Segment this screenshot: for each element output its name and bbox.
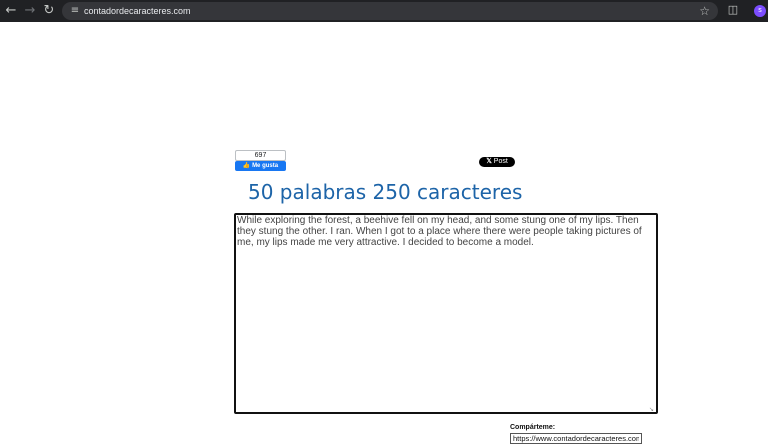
facebook-like-count: 697 (235, 150, 286, 161)
text-input-area[interactable]: While exploring the forest, a beehive fe… (234, 213, 658, 414)
puzzle-icon[interactable]: ◫ (726, 3, 740, 17)
share-url-field[interactable] (510, 433, 642, 444)
tune-icon[interactable]: ≡ (68, 4, 82, 18)
share-label: Compárteme: (510, 424, 556, 431)
page-title: 50 palabras 250 caracteres (248, 180, 523, 204)
reload-icon[interactable]: ↻ (41, 3, 57, 19)
thumbs-up-icon: 👍 (242, 163, 251, 169)
address-bar[interactable]: ≡ contadordecaracteres.com ☆ (62, 2, 718, 20)
facebook-like-button[interactable]: 👍 Me gusta (235, 161, 286, 171)
x-logo-icon: 𝕏 (486, 158, 492, 165)
facebook-like-label: Me gusta (252, 163, 279, 169)
star-icon[interactable]: ☆ (699, 3, 710, 19)
facebook-like-widget: 697 👍 Me gusta (235, 150, 286, 171)
arrow-left-icon[interactable]: ← (3, 3, 19, 19)
x-post-button[interactable]: 𝕏 Post (479, 157, 515, 167)
address-bar-url[interactable]: contadordecaracteres.com (84, 2, 191, 20)
avatar[interactable]: s (754, 5, 766, 17)
arrow-right-icon[interactable]: → (22, 3, 38, 19)
browser-toolbar: ← → ↻ ≡ contadordecaracteres.com ☆ ◫ s (0, 0, 768, 22)
x-post-label: Post (493, 158, 508, 165)
resize-grip-icon[interactable]: ↘ (649, 407, 655, 413)
